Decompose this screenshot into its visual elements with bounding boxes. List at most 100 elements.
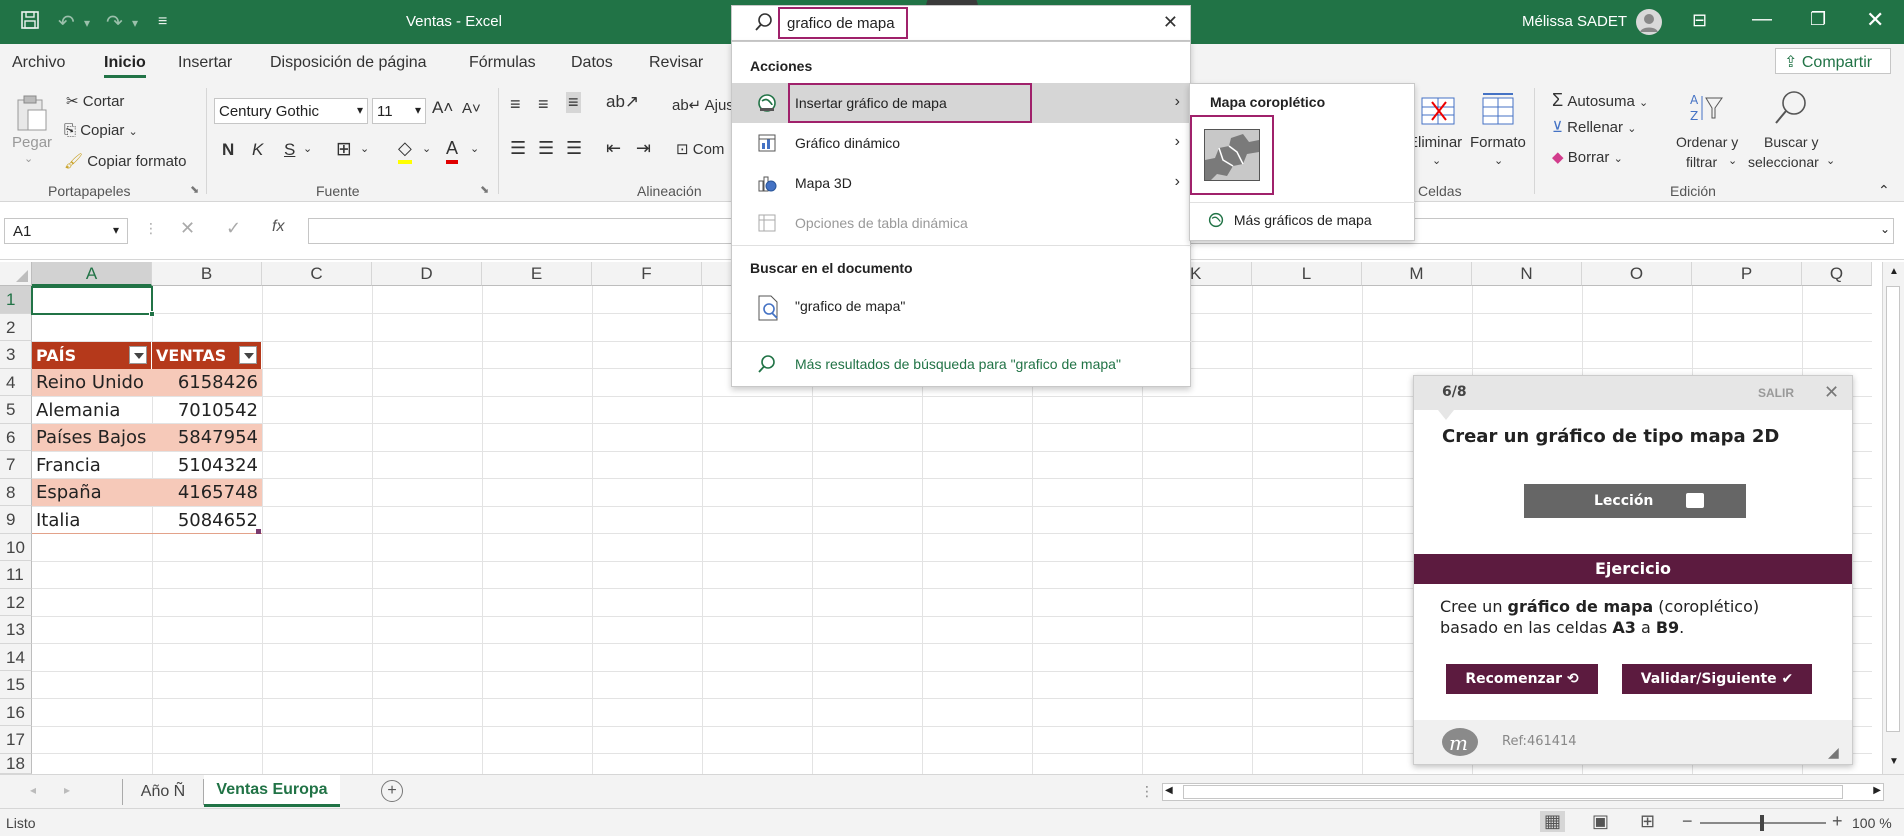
col-header-p[interactable]: P [1692,262,1802,286]
sort-filter-icon[interactable]: AZ [1688,90,1724,126]
col-header-d[interactable]: D [372,262,482,286]
user-name[interactable]: Mélissa SADET [1522,13,1627,30]
font-color-dropdown-icon[interactable]: ⌄ [470,142,479,155]
tab-disposicion[interactable]: Disposición de página [270,54,427,72]
col-header-n[interactable]: N [1472,262,1582,286]
increase-indent-icon[interactable]: ⇥ [636,138,651,159]
active-cell-a1[interactable] [31,286,155,317]
validate-next-button[interactable]: Validar/Siguiente ✔ [1622,664,1812,694]
find-dropdown-icon[interactable]: ⌄ [1826,154,1835,167]
row-header-6[interactable]: 6 [0,424,32,451]
menu-item-doc-search[interactable]: "grafico de mapa" [732,283,1192,329]
tab-inicio[interactable]: Inicio [104,54,146,78]
col-header-b[interactable]: B [152,262,262,286]
undo-dropdown-icon[interactable]: ▾ [84,16,90,30]
table-cell-sales[interactable]: 5847954 [152,424,262,451]
fill-color-dropdown-icon[interactable]: ⌄ [422,142,431,155]
row-header-4[interactable]: 4 [0,369,32,396]
table-cell-country[interactable]: España [32,479,152,506]
cut-button[interactable]: ✂ Cortar [66,92,124,110]
zoom-level[interactable]: 100 % [1852,815,1892,831]
name-box[interactable]: A1 ▾ [4,218,128,244]
sort-label-2[interactable]: filtrar [1686,154,1717,170]
table-cell-sales[interactable]: 7010542 [152,397,262,424]
restart-button[interactable]: Recomenzar ⟲ [1446,664,1598,694]
table-cell-sales[interactable]: 4165748 [152,479,262,506]
avatar[interactable] [1636,9,1662,35]
redo-dropdown-icon[interactable]: ▾ [132,16,138,30]
add-sheet-icon[interactable]: + [381,780,403,802]
table-cell-sales[interactable]: 5084652 [152,507,262,534]
wrap-text-button[interactable]: ab↵ Ajus [672,96,734,114]
scroll-right-icon[interactable]: ▶ [1873,785,1881,796]
align-top-icon[interactable]: ≡ [510,94,521,115]
zoom-slider-thumb[interactable] [1760,815,1764,831]
col-header-o[interactable]: O [1582,262,1692,286]
copy-button[interactable]: ⎘ Copiar ⌄ [64,122,138,139]
table-cell-sales[interactable]: 5104324 [152,452,262,479]
find-label-1[interactable]: Buscar y [1764,134,1818,150]
delete-label[interactable]: Eliminar [1408,134,1462,151]
font-name-select[interactable]: Century Gothic ▾ [214,98,368,124]
save-icon[interactable] [20,10,40,36]
align-bottom-icon[interactable]: ≡ [566,92,581,113]
sort-label-1[interactable]: Ordenar y [1676,134,1738,150]
close-window-icon[interactable]: ✕ [1866,7,1884,33]
merge-button[interactable]: ⊡ Com [676,140,724,158]
borders-dropdown-icon[interactable]: ⌄ [360,142,369,155]
scroll-up-icon[interactable]: ▲ [1889,266,1899,277]
row-header-9[interactable]: 9 [0,506,32,534]
table-cell-country[interactable]: Francia [32,452,152,479]
delete-dropdown-icon[interactable]: ⌄ [1432,154,1441,167]
row-header-12[interactable]: 12 [0,589,32,616]
row-header-18[interactable]: 18 [0,754,32,774]
table-cell-country[interactable]: Países Bajos [32,424,152,451]
tab-insertar[interactable]: Insertar [178,54,232,72]
expand-formula-icon[interactable]: ⌄ [1880,222,1890,236]
col-header-m[interactable]: M [1362,262,1472,286]
search-box[interactable]: grafico de mapa ✕ [731,5,1191,41]
align-center-icon[interactable]: ☰ [538,138,554,159]
row-header-16[interactable]: 16 [0,699,32,726]
row-header-7[interactable]: 7 [0,451,32,479]
row-header-1[interactable]: 1 [0,286,32,314]
row-header-13[interactable]: 13 [0,616,32,644]
table-resize-handle[interactable] [256,529,261,534]
zoom-in-button[interactable]: + [1832,811,1843,832]
table-cell-country[interactable]: Alemania [32,397,152,424]
ribbon-display-icon[interactable]: ⊟ [1692,10,1707,31]
select-all-button[interactable] [0,262,32,286]
increase-font-icon[interactable]: A˄ [432,98,453,118]
minimize-icon[interactable]: — [1752,8,1772,31]
more-map-charts-link[interactable]: Más gráficos de mapa [1208,212,1408,236]
col-header-a[interactable]: A [32,262,152,286]
zoom-slider[interactable] [1700,815,1826,831]
scroll-thumb[interactable] [1886,286,1900,732]
h-scroll-thumb[interactable] [1183,785,1843,799]
row-header-8[interactable]: 8 [0,479,32,506]
row-header-14[interactable]: 14 [0,644,32,671]
delete-cells-icon[interactable] [1418,94,1458,128]
table-header-country[interactable]: PAÍS [32,342,152,369]
prev-sheet-icon[interactable]: ◂ [30,783,36,797]
row-header-15[interactable]: 15 [0,671,32,699]
search-input[interactable]: grafico de mapa [787,15,895,32]
scroll-down-icon[interactable]: ▼ [1889,756,1899,767]
underline-button[interactable]: S [284,140,295,160]
autosum-button[interactable]: Σ Autosuma ⌄ [1552,90,1648,111]
bold-button[interactable]: N [222,140,234,160]
scroll-left-icon[interactable]: ◀ [1165,785,1173,796]
zoom-out-button[interactable]: − [1682,811,1693,832]
tab-formulas[interactable]: Fórmulas [469,54,536,72]
redo-icon[interactable]: ↷ [106,10,123,35]
enter-icon[interactable]: ✓ [226,218,241,239]
more-results-link[interactable]: Más resultados de búsqueda para "grafico… [732,344,1192,384]
find-select-icon[interactable] [1772,88,1810,128]
font-size-select[interactable]: 11 ▾ [372,98,426,124]
filter-dropdown-icon[interactable] [129,346,147,364]
col-header-l[interactable]: L [1252,262,1362,286]
filled-map-option[interactable] [1190,115,1274,195]
page-break-icon[interactable]: ⊞ [1640,811,1655,832]
close-tutorial-icon[interactable]: ✕ [1824,382,1839,403]
menu-item-insert-map-chart[interactable]: Insertar gráfico de mapa › [732,83,1192,123]
